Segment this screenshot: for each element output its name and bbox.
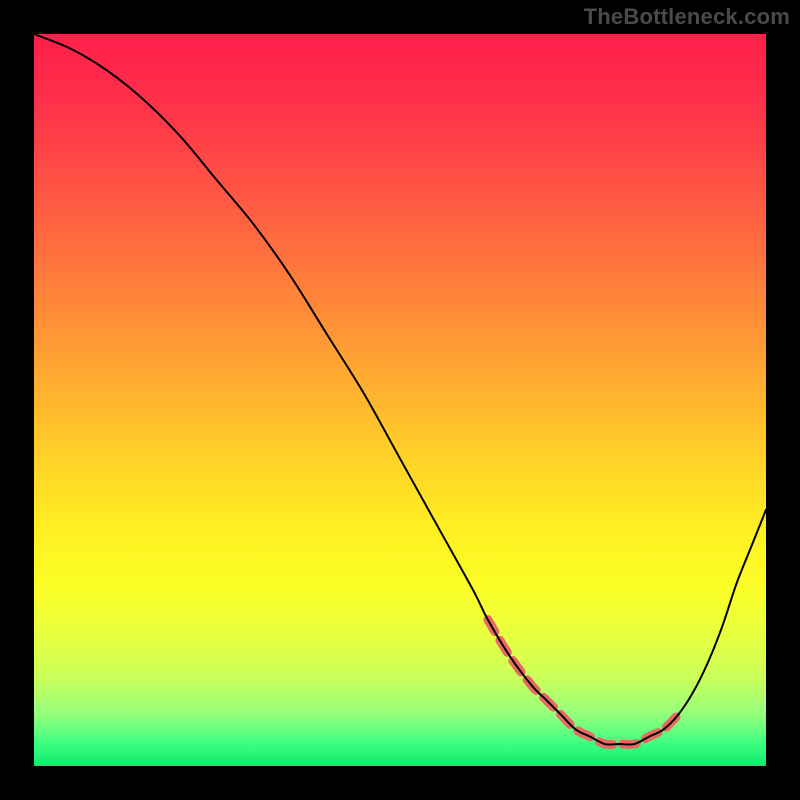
chart-frame: TheBottleneck.com	[0, 0, 800, 800]
bottleneck-curve	[34, 34, 766, 745]
plot-area	[34, 34, 766, 766]
curve-svg	[34, 34, 766, 766]
optimal-region-highlight	[488, 620, 678, 745]
watermark-text: TheBottleneck.com	[584, 4, 790, 30]
